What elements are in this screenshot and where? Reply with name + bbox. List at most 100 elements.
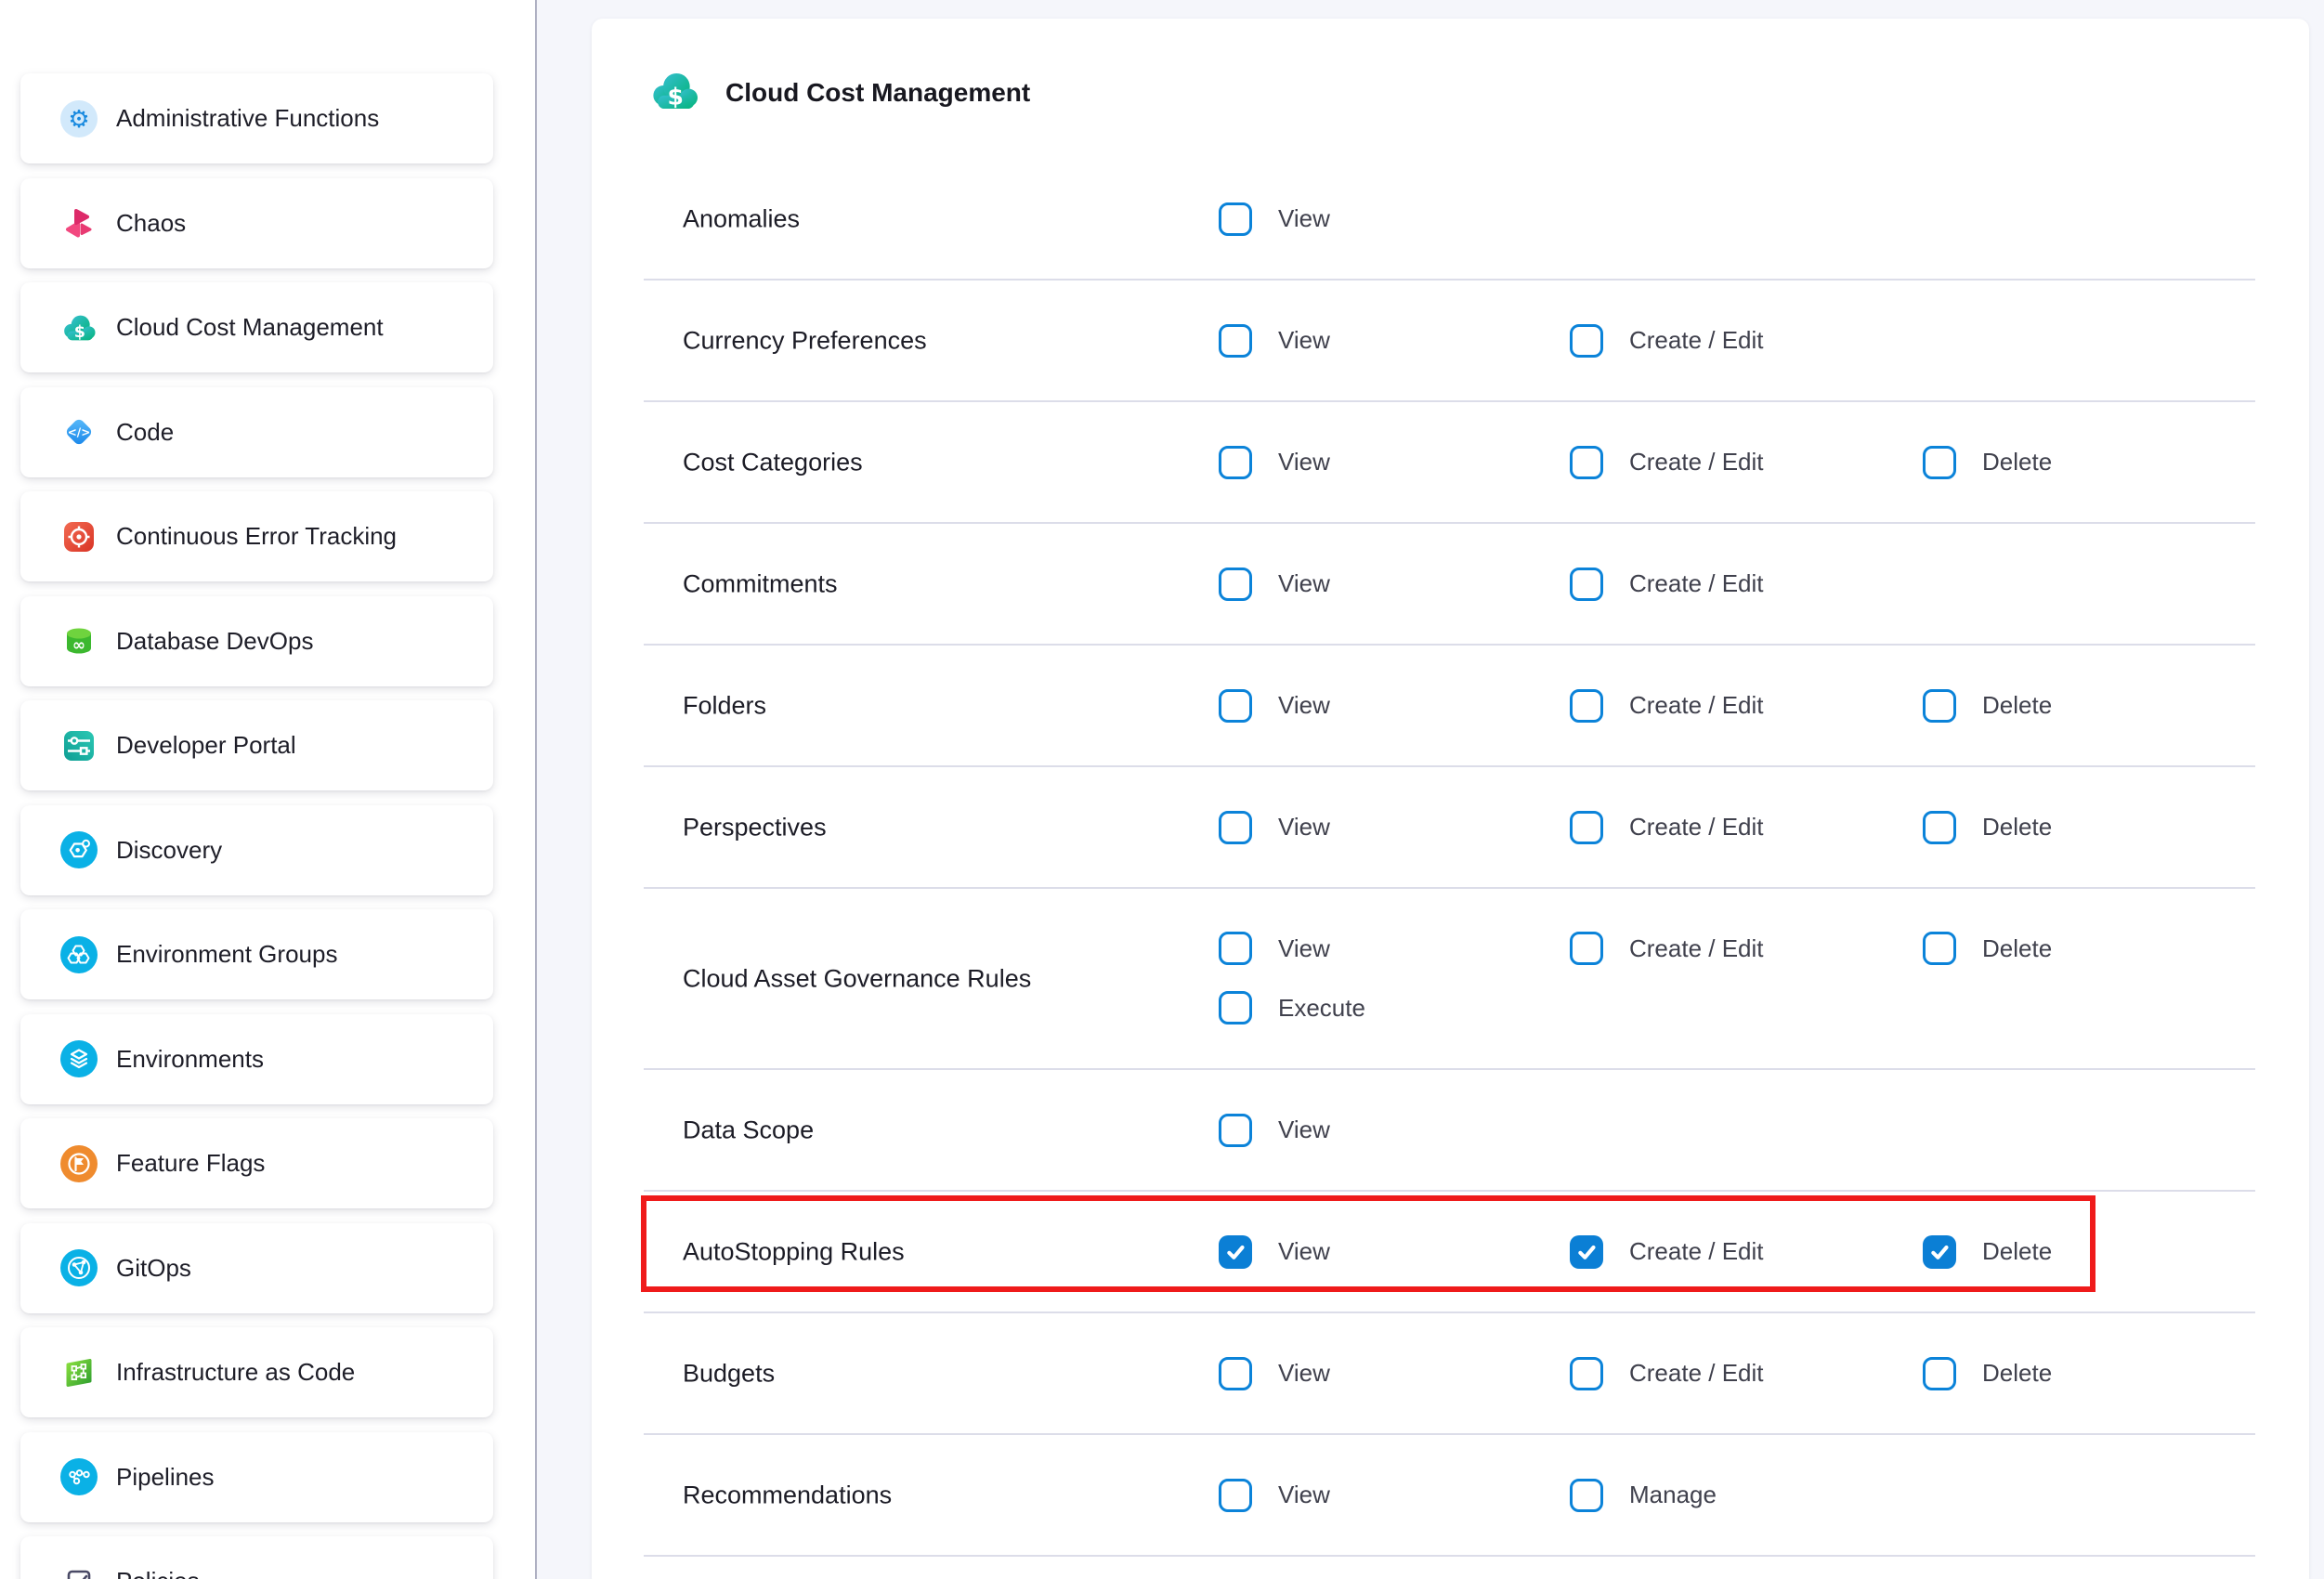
delete-checkbox[interactable]: Delete	[1923, 811, 2052, 844]
sidebar-item-feature-flags[interactable]: Feature Flags	[20, 1118, 493, 1208]
checkbox[interactable]	[1570, 568, 1603, 601]
checkbox[interactable]	[1923, 932, 1956, 965]
layers-cube-icon	[60, 1040, 98, 1077]
checkbox[interactable]	[1219, 446, 1252, 479]
checkbox-label: Delete	[1982, 813, 2052, 842]
checkbox[interactable]	[1923, 811, 1956, 844]
checkbox-label: Create / Edit	[1629, 691, 1764, 720]
view-checkbox[interactable]: View	[1219, 689, 1330, 723]
checkbox-label: View	[1278, 326, 1330, 355]
checkbox[interactable]	[1219, 991, 1252, 1024]
create-edit-checkbox[interactable]: Create / Edit	[1570, 932, 1764, 965]
sidebar-item-administrative-functions[interactable]: ⚙ Administrative Functions	[20, 73, 493, 163]
checkbox-label: View	[1278, 813, 1330, 842]
delete-checkbox[interactable]: Delete	[1923, 446, 2052, 479]
sidebar-item-label: Discovery	[116, 836, 222, 865]
checkbox[interactable]	[1570, 446, 1603, 479]
checkbox-checked[interactable]	[1570, 1235, 1603, 1269]
checkbox-label: Create / Edit	[1629, 813, 1764, 842]
checkbox[interactable]	[1219, 1479, 1252, 1512]
checkbox-label: Create / Edit	[1629, 934, 1764, 963]
checkbox[interactable]	[1219, 811, 1252, 844]
view-checkbox[interactable]: View	[1219, 1479, 1330, 1512]
svg-text:$: $	[667, 83, 683, 110]
sidebar-item-infrastructure-as-code[interactable]: Infrastructure as Code	[20, 1327, 493, 1417]
sidebar-item-chaos[interactable]: Chaos	[20, 178, 493, 268]
checkbox[interactable]	[1219, 689, 1252, 723]
view-checkbox[interactable]: View	[1219, 1114, 1330, 1147]
create-edit-checkbox[interactable]: Create / Edit	[1570, 811, 1764, 844]
permission-row-autostopping-rules: AutoStopping Rules View Create / Edit	[644, 1192, 2255, 1313]
permission-name: Cost Categories	[683, 448, 863, 476]
manage-checkbox[interactable]: Manage	[1570, 1479, 1717, 1512]
checkbox[interactable]	[1570, 932, 1603, 965]
sidebar-item-environments[interactable]: Environments	[20, 1014, 493, 1104]
checkbox[interactable]	[1219, 324, 1252, 358]
sidebar-item-database-devops[interactable]: ∞ Database DevOps	[20, 596, 493, 686]
create-edit-checkbox[interactable]: Create / Edit	[1570, 689, 1764, 723]
view-checkbox[interactable]: View	[1219, 568, 1330, 601]
git-sphere-icon	[60, 1249, 98, 1286]
execute-checkbox[interactable]: Execute	[1219, 991, 1365, 1024]
checkbox-label: Delete	[1982, 1359, 2052, 1388]
sidebar-item-developer-portal[interactable]: Developer Portal	[20, 700, 493, 790]
view-checkbox[interactable]: View	[1219, 324, 1330, 358]
checkbox[interactable]	[1570, 689, 1603, 723]
create-edit-checkbox[interactable]: Create / Edit	[1570, 1235, 1764, 1269]
sidebar-item-cloud-cost-management[interactable]: $ Cloud Cost Management	[20, 282, 493, 372]
sidebar-item-discovery[interactable]: Discovery	[20, 805, 493, 895]
view-checkbox[interactable]: View	[1219, 446, 1330, 479]
sidebar-item-code[interactable]: </> Code	[20, 387, 493, 477]
checkbox[interactable]	[1219, 1357, 1252, 1390]
database-infinity-icon: ∞	[60, 622, 98, 659]
permissions-table: Anomalies View Currency Preferences View…	[644, 159, 2255, 1557]
checkbox-label: Delete	[1982, 1237, 2052, 1266]
delete-checkbox[interactable]: Delete	[1923, 932, 2052, 965]
delete-checkbox[interactable]: Delete	[1923, 1235, 2052, 1269]
create-edit-checkbox[interactable]: Create / Edit	[1570, 1357, 1764, 1390]
checkbox-checked[interactable]	[1923, 1235, 1956, 1269]
view-checkbox[interactable]: View	[1219, 1235, 1330, 1269]
svg-text:</>: </>	[68, 426, 91, 439]
create-edit-checkbox[interactable]: Create / Edit	[1570, 446, 1764, 479]
sidebar-item-pipelines[interactable]: Pipelines	[20, 1432, 493, 1522]
delete-checkbox[interactable]: Delete	[1923, 1357, 2052, 1390]
sidebar-item-policies[interactable]: Policies	[20, 1536, 493, 1579]
checkbox[interactable]	[1570, 324, 1603, 358]
sidebar-item-gitops[interactable]: GitOps	[20, 1223, 493, 1313]
target-icon	[60, 518, 98, 555]
permission-row-perspectives: Perspectives View Create / Edit Delete	[644, 767, 2255, 889]
checkbox-checked[interactable]	[1219, 1235, 1252, 1269]
checkbox[interactable]	[1219, 568, 1252, 601]
checkbox[interactable]	[1923, 1357, 1956, 1390]
sidebar-item-label: Database DevOps	[116, 627, 313, 656]
checkbox[interactable]	[1570, 1357, 1603, 1390]
checkbox[interactable]	[1570, 1479, 1603, 1512]
gear-icon: ⚙	[60, 100, 98, 137]
view-checkbox[interactable]: View	[1219, 811, 1330, 844]
sidebar-item-environment-groups[interactable]: Environment Groups	[20, 909, 493, 999]
checkbox-label: View	[1278, 448, 1330, 476]
create-edit-checkbox[interactable]: Create / Edit	[1570, 324, 1764, 358]
checkbox[interactable]	[1570, 811, 1603, 844]
permission-row-currency-preferences: Currency Preferences View Create / Edit	[644, 281, 2255, 402]
view-checkbox[interactable]: View	[1219, 932, 1330, 965]
checkbox[interactable]	[1923, 446, 1956, 479]
infra-nodes-icon	[60, 1354, 98, 1391]
checkbox-label: Delete	[1982, 934, 2052, 963]
view-checkbox[interactable]: View	[1219, 1357, 1330, 1390]
sidebar-item-label: Environment Groups	[116, 940, 337, 969]
checkbox[interactable]	[1219, 932, 1252, 965]
checkbox-label: Delete	[1982, 448, 2052, 476]
sidebar-item-continuous-error-tracking[interactable]: Continuous Error Tracking	[20, 491, 493, 581]
permission-name: AutoStopping Rules	[683, 1237, 905, 1266]
view-checkbox[interactable]: View	[1219, 202, 1330, 236]
create-edit-checkbox[interactable]: Create / Edit	[1570, 568, 1764, 601]
checkbox[interactable]	[1219, 1114, 1252, 1147]
permission-name: Folders	[683, 691, 766, 720]
sidebar-item-label: Feature Flags	[116, 1149, 265, 1178]
delete-checkbox[interactable]: Delete	[1923, 689, 2052, 723]
checkbox[interactable]	[1923, 689, 1956, 723]
sidebar-item-label: Environments	[116, 1045, 264, 1074]
checkbox[interactable]	[1219, 202, 1252, 236]
